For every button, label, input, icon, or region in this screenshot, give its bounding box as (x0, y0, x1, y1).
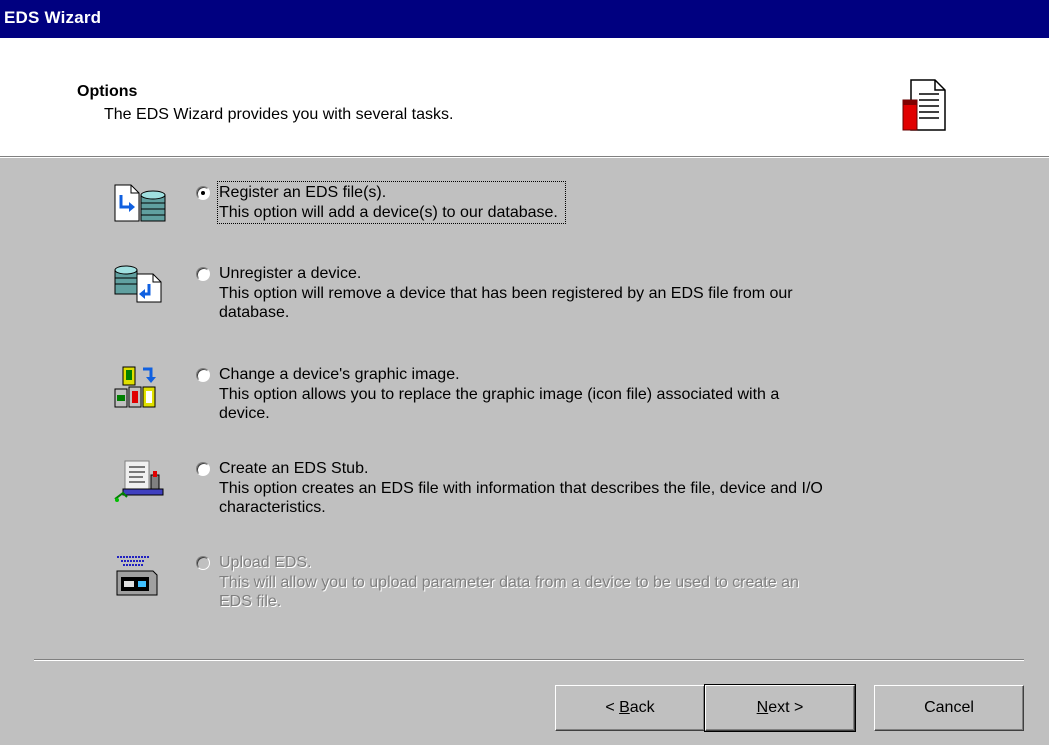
unregister-device-radio[interactable] (196, 267, 210, 281)
unregister-device-icon (113, 264, 169, 309)
page-title: Options (77, 83, 138, 100)
window-title: EDS Wizard (4, 8, 102, 27)
option-description: device. (219, 405, 270, 422)
create-stub-radio[interactable] (196, 462, 210, 476)
document-icon (897, 78, 953, 139)
option-description: database. (219, 304, 290, 321)
cancel-button[interactable]: Cancel (874, 685, 1024, 731)
option-description: characteristics. (219, 499, 326, 516)
header-divider (0, 156, 1049, 158)
option-description: This will allow you to upload parameter … (219, 573, 799, 591)
register-eds-text: Register an EDS file(s). This option wil… (217, 181, 979, 224)
change-graphic-radio[interactable] (196, 368, 210, 382)
register-eds-radio[interactable] (196, 186, 210, 200)
option-label: Register an EDS file(s). (219, 184, 387, 201)
change-graphic-icon (113, 365, 169, 414)
next-button[interactable]: Next > (704, 684, 856, 732)
upload-eds-text: Upload EDS. This will allow you to uploa… (219, 553, 979, 612)
option-description: This option will remove a device that ha… (219, 284, 793, 302)
option-description: EDS file. (219, 593, 282, 610)
upload-eds-radio (196, 556, 210, 570)
create-stub-icon (113, 459, 169, 508)
option-description: This option allows you to replace the gr… (219, 385, 780, 403)
option-label: Unregister a device. (219, 265, 362, 282)
back-button[interactable]: < Back (555, 685, 705, 731)
option-description: This option creates an EDS file with inf… (219, 479, 823, 497)
change-graphic-text: Change a device's graphic image. This op… (219, 365, 979, 424)
create-stub-text: Create an EDS Stub. This option creates … (219, 459, 979, 518)
wizard-header: Options The EDS Wizard provides you with… (0, 38, 1049, 156)
option-label: Upload EDS. (219, 554, 312, 571)
title-bar: EDS Wizard (0, 0, 1049, 38)
option-label: Create an EDS Stub. (219, 460, 369, 477)
upload-eds-icon (113, 553, 169, 602)
option-description: This option will add a device(s) to our … (219, 203, 558, 221)
page-subtitle: The EDS Wizard provides you with several… (104, 106, 454, 123)
option-label: Change a device's graphic image. (219, 366, 460, 383)
footer-divider (34, 659, 1024, 661)
register-eds-icon (113, 183, 169, 228)
unregister-device-text: Unregister a device. This option will re… (219, 264, 979, 323)
